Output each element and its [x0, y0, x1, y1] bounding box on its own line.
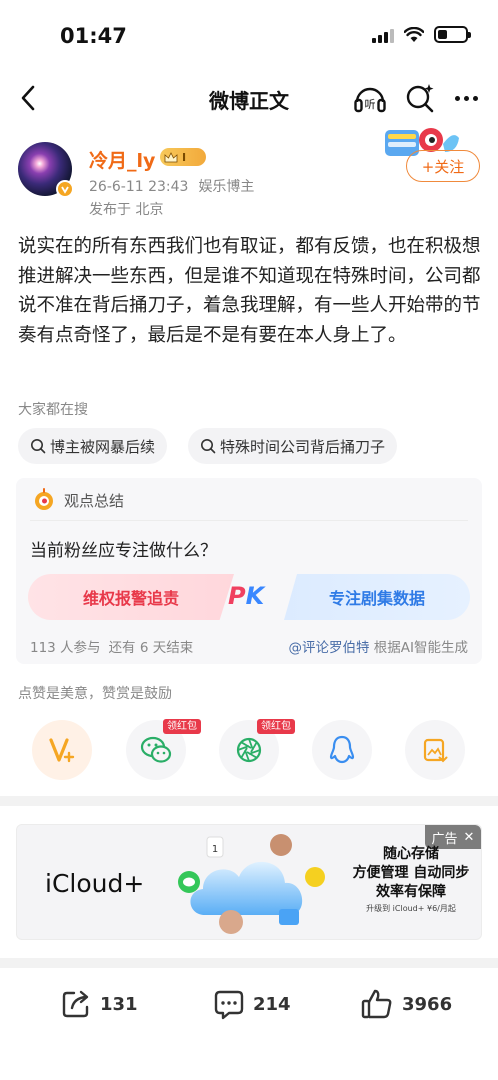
listen-label: 听	[365, 98, 376, 111]
vip-level: I	[182, 150, 187, 164]
opinion-summary-card[interactable]: 观点总结 当前粉丝应专注做什么？ 维权报警追责 专注剧集数据 PK 113 人参…	[16, 478, 482, 664]
ad-small-print: 升级到 iCloud+ ¥6/月起	[366, 904, 456, 913]
pk-label: PK	[228, 582, 264, 610]
ad-line3: 效率有保障	[376, 884, 446, 900]
close-icon[interactable]: ✕	[464, 830, 475, 845]
section-divider	[0, 796, 498, 806]
headphones-icon: 听	[354, 87, 386, 113]
reward-button[interactable]	[32, 720, 92, 780]
post-location: 发布于 北京	[89, 202, 164, 218]
comment-count: 214	[253, 993, 291, 1015]
opinion-stats: 113 人参与 还有 6 天结束	[30, 636, 193, 656]
repost-icon	[62, 990, 89, 1018]
comment-button[interactable]: 214	[213, 986, 291, 1022]
author-name[interactable]: 冷月_ly	[89, 146, 155, 173]
reward-v-icon	[49, 738, 75, 763]
wechat-icon	[140, 736, 172, 763]
search-icon	[201, 439, 216, 454]
icloud-illustration-icon: 1	[178, 834, 325, 934]
wifi-icon	[404, 26, 424, 42]
comment-icon	[214, 990, 244, 1020]
reward-hint: 点赞是美意，赞赏是鼓励	[18, 686, 172, 702]
hot-search-chip[interactable]: 博主被网暴后续	[18, 428, 168, 464]
save-image-button[interactable]	[405, 720, 465, 780]
status-icons	[372, 26, 471, 43]
nav-bar: 微博正文 听	[0, 72, 498, 124]
crown-icon	[164, 151, 178, 162]
verified-badge-icon	[56, 180, 74, 198]
ad-line1: 随心存储	[383, 846, 439, 862]
more-button[interactable]	[448, 80, 484, 116]
like-button[interactable]: 3966	[360, 986, 452, 1022]
battery-icon	[434, 26, 471, 43]
option-right-button[interactable]: 专注剧集数据	[284, 574, 470, 620]
section-divider	[0, 958, 498, 968]
opinion-header-label: 观点总结	[64, 491, 125, 510]
ad-line2: 方便管理 自动同步	[352, 865, 470, 881]
hot-search-text: 特殊时间公司背后捅刀子	[220, 437, 386, 456]
post-time: 26-6-11 23:43	[89, 179, 189, 195]
repost-button[interactable]: 131	[60, 986, 138, 1022]
more-dot-icon	[454, 95, 460, 101]
search-icon	[31, 439, 46, 454]
opinion-header: 观点总结	[32, 488, 124, 512]
red-packet-tag: 领红包	[257, 719, 295, 734]
robot-mascot-icon	[35, 488, 53, 510]
author-category: 娱乐博主	[198, 179, 255, 195]
ad-headline: 随心存储 方便管理 自动同步 效率有保障	[351, 845, 471, 902]
ad-card[interactable]: 广告 ✕ iCloud+ 1 随心存储 方便管理 自动同步 效率有保障 升级到 …	[16, 824, 482, 940]
status-bar: 01:47	[0, 0, 498, 72]
vip-badge[interactable]: I	[160, 148, 206, 166]
divider	[30, 520, 468, 521]
post-content: 说实在的所有东西我们也有取证，都有反馈，也在积极想推进解决一些东西，但是谁不知道…	[18, 236, 481, 346]
moments-shutter-icon	[236, 737, 262, 763]
like-count: 3966	[402, 993, 453, 1015]
cellular-signal-icon	[372, 27, 394, 43]
opinion-source: @评论罗伯特 根据AI智能生成	[288, 636, 468, 656]
source-suffix: 根据AI智能生成	[369, 640, 468, 656]
hot-search-label: 大家都在搜	[18, 402, 88, 418]
ad-brand: iCloud+	[45, 869, 145, 898]
thumbs-up-icon	[361, 989, 392, 1019]
follow-button[interactable]: +关注	[406, 150, 480, 182]
bottom-toolbar: 131 214 3966	[0, 970, 498, 1080]
pk-p: P	[228, 582, 246, 610]
more-dot-icon	[463, 95, 469, 101]
share-qq-button[interactable]	[312, 720, 372, 780]
status-time: 01:47	[60, 24, 127, 48]
qq-penguin-icon	[329, 735, 355, 764]
participant-count: 113 人参与	[30, 640, 101, 656]
ai-search-icon	[406, 84, 434, 113]
svg-text:1: 1	[212, 844, 218, 855]
search-button[interactable]	[402, 80, 438, 116]
pk-k: K	[245, 582, 265, 610]
listen-button[interactable]: 听	[352, 80, 388, 116]
hot-search-chip[interactable]: 特殊时间公司背后捅刀子	[188, 428, 398, 464]
time-remaining: 还有 6 天结束	[108, 640, 194, 656]
ad-label: 广告	[431, 831, 458, 847]
source-mention-link[interactable]: @评论罗伯特	[288, 640, 369, 656]
save-image-icon	[423, 738, 448, 763]
red-packet-tag: 领红包	[163, 719, 201, 734]
repost-count: 131	[100, 993, 138, 1015]
option-left-button[interactable]: 维权报警追责	[28, 574, 234, 620]
hot-search-text: 博主被网暴后续	[50, 437, 156, 456]
more-dot-icon	[472, 95, 478, 101]
post-meta: 26-6-11 23:43 娱乐博主	[89, 176, 254, 196]
opinion-question: 当前粉丝应专注做什么？	[30, 541, 217, 561]
